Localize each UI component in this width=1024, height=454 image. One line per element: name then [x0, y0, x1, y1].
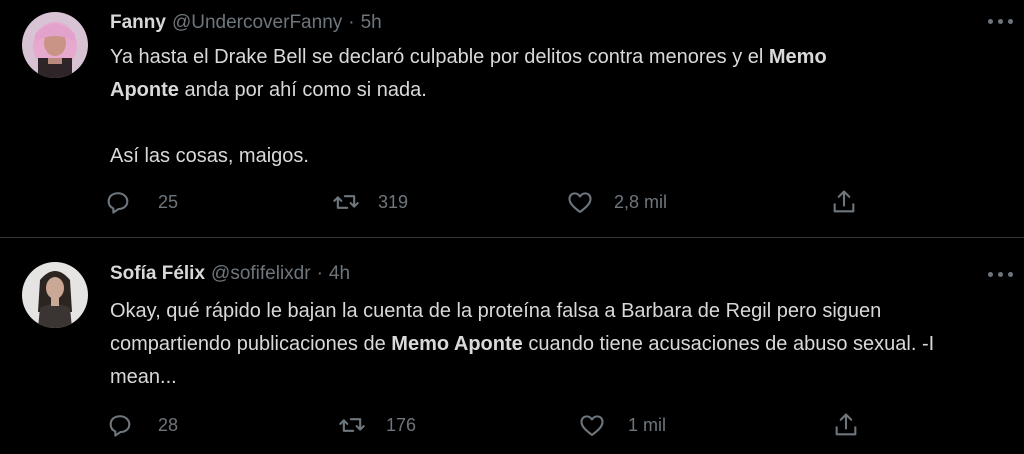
highlighted-name: Memo — [768, 46, 827, 68]
reply-icon — [107, 192, 129, 214]
share-button[interactable] — [830, 186, 858, 218]
retweet-icon — [339, 418, 365, 432]
like-icon — [580, 415, 604, 436]
action-bar: 25 319 2,8 mil — [104, 186, 874, 218]
timestamp[interactable]: 5h — [361, 12, 382, 34]
share-icon — [833, 190, 855, 213]
avatar-image — [22, 262, 88, 328]
share-button[interactable] — [832, 409, 860, 441]
share-icon — [835, 413, 857, 436]
tweet[interactable]: Fanny @UndercoverFanny · 5h Ya hasta el … — [0, 0, 1024, 237]
highlighted-name: Memo Aponte — [391, 333, 523, 355]
like-button[interactable]: 1 mil — [578, 409, 666, 441]
display-name[interactable]: Sofía Félix — [110, 263, 205, 285]
like-icon — [568, 192, 592, 213]
retweet-count: 319 — [378, 191, 409, 212]
more-icon[interactable] — [988, 18, 1014, 26]
reply-count: 25 — [158, 191, 179, 212]
retweet-count: 176 — [386, 414, 417, 435]
separator-dot: · — [316, 263, 323, 284]
tweet[interactable]: Sofía Félix @sofifelixdr · 4h Okay, qué … — [0, 238, 1024, 454]
tweet-text: Okay, qué rápido le bajan la cuenta de l… — [110, 295, 1000, 394]
text-segment: anda por ahí como si nada. — [178, 79, 427, 101]
reply-button[interactable]: 25 — [104, 186, 178, 218]
timestamp[interactable]: 4h — [329, 263, 350, 285]
user-handle[interactable]: @UndercoverFanny — [172, 12, 342, 34]
tweet-paragraph: Así las cosas, maigos. — [110, 145, 309, 167]
reply-button[interactable]: 28 — [106, 409, 178, 441]
tweet-paragraph: Okay, qué rápido le bajan la cuenta de l… — [110, 295, 1000, 394]
retweet-icon — [333, 195, 359, 209]
like-button[interactable]: 2,8 mil — [566, 186, 667, 218]
reply-icon — [109, 415, 131, 437]
separator-dot: · — [348, 12, 355, 33]
avatar[interactable] — [22, 262, 88, 328]
reply-count: 28 — [158, 414, 179, 435]
avatar-image — [22, 12, 88, 78]
tweet-paragraph: Ya hasta el Drake Bell se declaró culpab… — [110, 41, 1000, 107]
action-bar: 28 176 1 mil — [104, 409, 874, 441]
retweet-button[interactable]: 176 — [338, 409, 416, 441]
tweet-header: Fanny @UndercoverFanny · 5h — [110, 8, 382, 38]
tweet-header: Sofía Félix @sofifelixdr · 4h — [110, 259, 350, 289]
highlighted-name: Aponte — [110, 79, 179, 101]
avatar[interactable] — [22, 12, 88, 78]
tweet-text: Ya hasta el Drake Bell se declaró culpab… — [110, 41, 1000, 173]
like-count: 1 mil — [628, 414, 667, 435]
retweet-button[interactable]: 319 — [332, 186, 408, 218]
like-count: 2,8 mil — [614, 191, 668, 212]
user-handle[interactable]: @sofifelixdr — [211, 263, 311, 285]
more-icon[interactable] — [988, 271, 1014, 279]
display-name[interactable]: Fanny — [110, 12, 166, 34]
text-segment: Ya hasta el Drake Bell se declaró culpab… — [110, 46, 769, 68]
